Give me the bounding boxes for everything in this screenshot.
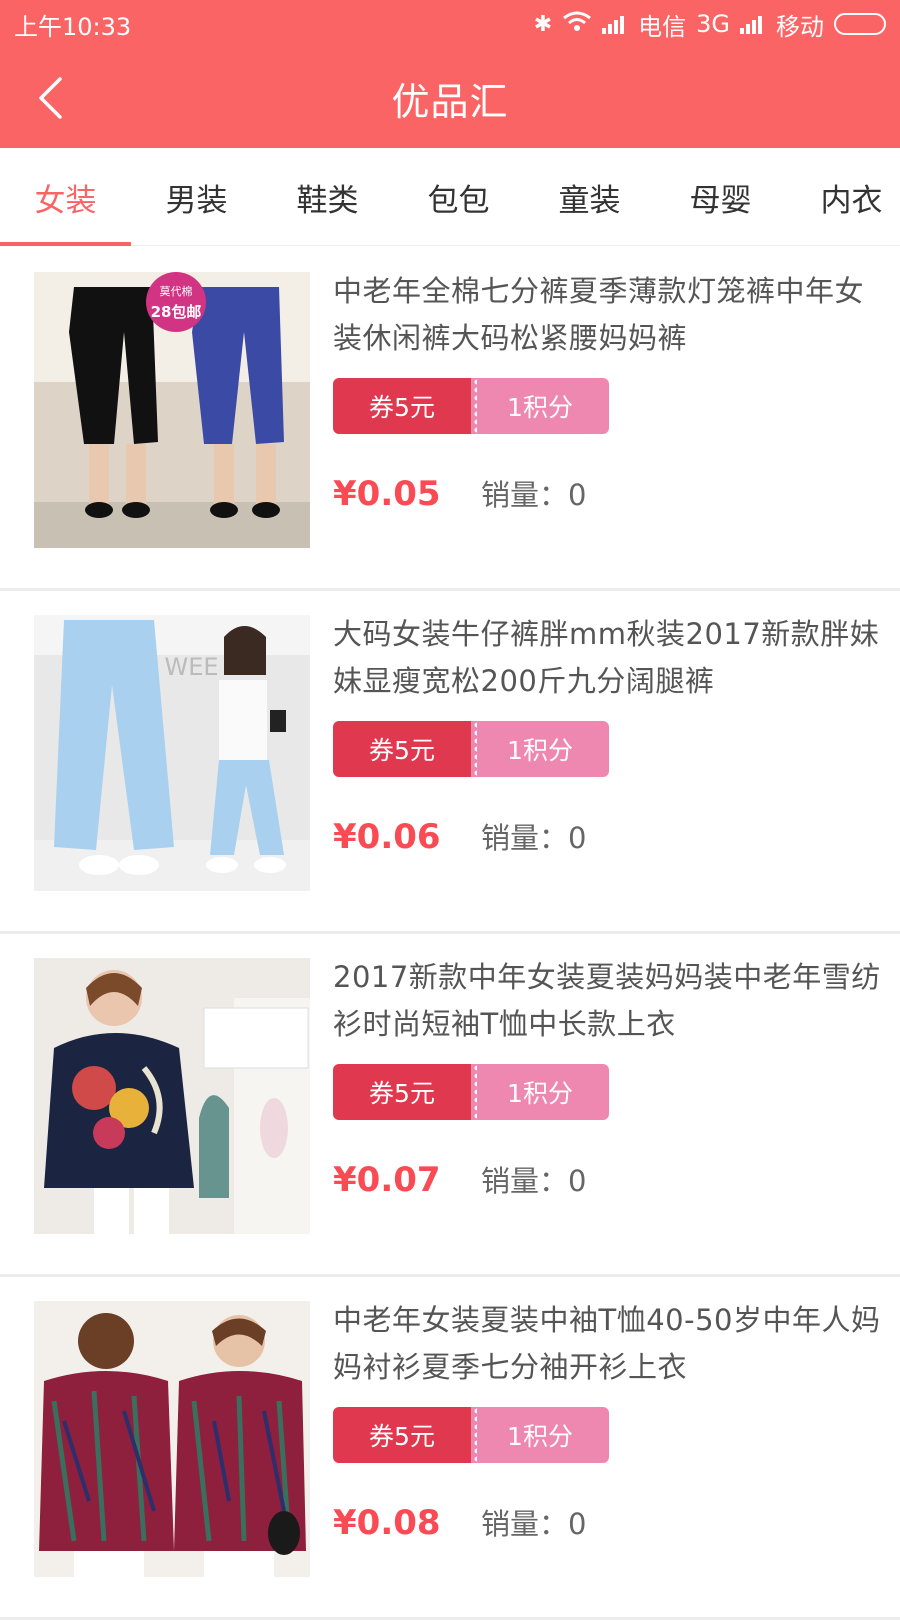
network-type: 3G [696, 10, 730, 38]
page-title: 优品汇 [391, 79, 509, 124]
product-price: ¥0.06 [333, 817, 441, 857]
app-bar: 优品汇 [0, 48, 900, 148]
price-row: ¥0.05 销量：0 [333, 472, 885, 514]
coupon-badge[interactable]: 券5元 [333, 378, 477, 434]
product-item[interactable]: LO WEE 大码女装牛仔裤胖mm秋装2017新款胖妹妹显瘦宽松200斤九分阔腿… [0, 591, 900, 934]
sales-count: 销量：0 [481, 478, 587, 512]
product-image[interactable] [34, 1301, 310, 1577]
tab-shoes[interactable]: 鞋类 [262, 148, 393, 246]
product-info: 中老年女装夏装中袖T恤40-50岁中年人妈妈衬衫夏季七分袖开衫上衣 券5元 1积… [333, 1297, 885, 1543]
sales-count: 销量：0 [481, 821, 587, 855]
carrier-1: 电信 [638, 12, 687, 41]
tab-men[interactable]: 男装 [131, 148, 262, 246]
image-badge-sub: 28包邮 [151, 303, 202, 321]
coupon-badge[interactable]: 券5元 [333, 1407, 477, 1463]
product-name[interactable]: 中老年全棉七分裤夏季薄款灯笼裤中年女装休闲裤大码松紧腰妈妈裤 [333, 268, 885, 362]
product-image[interactable]: LO WEE [34, 615, 310, 891]
bluetooth-icon: ✱ [533, 11, 553, 37]
points-badge: 1积分 [471, 1407, 609, 1463]
product-price: ¥0.05 [333, 474, 441, 514]
product-tags: 券5元 1积分 [333, 378, 885, 434]
status-time: 上午10:33 [14, 12, 132, 41]
back-button[interactable] [22, 70, 78, 126]
product-info: 中老年全棉七分裤夏季薄款灯笼裤中年女装休闲裤大码松紧腰妈妈裤 券5元 1积分 ¥… [333, 268, 885, 514]
product-item[interactable]: 莫代棉 28包邮 中老年全棉七分裤夏季薄款灯笼裤中年女装休闲裤大码松紧腰妈妈裤 … [0, 248, 900, 591]
coupon-badge[interactable]: 券5元 [333, 1064, 477, 1120]
status-bar: 上午10:33 ✱ 电信 3G 移动 [0, 0, 900, 48]
product-item[interactable]: 中老年女装夏装中袖T恤40-50岁中年人妈妈衬衫夏季七分袖开衫上衣 券5元 1积… [0, 1277, 900, 1620]
tab-kids[interactable]: 童装 [524, 148, 655, 246]
points-badge: 1积分 [471, 378, 609, 434]
price-row: ¥0.07 销量：0 [333, 1158, 885, 1200]
category-tabs: 女装 男装 鞋类 包包 童装 母婴 内衣 [0, 148, 900, 246]
battery-icon [834, 13, 886, 35]
product-tags: 券5元 1积分 [333, 721, 885, 777]
product-list: 莫代棉 28包邮 中老年全棉七分裤夏季薄款灯笼裤中年女装休闲裤大码松紧腰妈妈裤 … [0, 248, 900, 1620]
tab-baby[interactable]: 母婴 [655, 148, 786, 246]
product-name[interactable]: 中老年女装夏装中袖T恤40-50岁中年人妈妈衬衫夏季七分袖开衫上衣 [333, 1297, 885, 1391]
product-image[interactable] [34, 958, 310, 1234]
signal-icon [602, 14, 628, 34]
product-name[interactable]: 2017新款中年女装夏装妈妈装中老年雪纺衫时尚短袖T恤中长款上衣 [333, 954, 885, 1048]
points-badge: 1积分 [471, 721, 609, 777]
chevron-left-icon [39, 77, 62, 119]
sales-count: 销量：0 [481, 1507, 587, 1541]
product-info: 2017新款中年女装夏装妈妈装中老年雪纺衫时尚短袖T恤中长款上衣 券5元 1积分… [333, 954, 885, 1200]
product-item[interactable]: 2017新款中年女装夏装妈妈装中老年雪纺衫时尚短袖T恤中长款上衣 券5元 1积分… [0, 934, 900, 1277]
product-price: ¥0.07 [333, 1160, 441, 1200]
product-tags: 券5元 1积分 [333, 1064, 885, 1120]
coupon-badge[interactable]: 券5元 [333, 721, 477, 777]
product-name[interactable]: 大码女装牛仔裤胖mm秋装2017新款胖妹妹显瘦宽松200斤九分阔腿裤 [333, 611, 885, 705]
carrier-2: 移动 [776, 12, 824, 41]
product-info: 大码女装牛仔裤胖mm秋装2017新款胖妹妹显瘦宽松200斤九分阔腿裤 券5元 1… [333, 611, 885, 857]
signal-icon [740, 14, 766, 34]
product-image[interactable]: 莫代棉 28包邮 [34, 272, 310, 548]
tab-women[interactable]: 女装 [0, 148, 131, 246]
product-price: ¥0.08 [333, 1503, 441, 1543]
price-row: ¥0.06 销量：0 [333, 815, 885, 857]
tab-underwear[interactable]: 内衣 [786, 148, 900, 246]
tab-bags[interactable]: 包包 [393, 148, 524, 246]
image-badge: 莫代棉 [160, 284, 193, 298]
product-tags: 券5元 1积分 [333, 1407, 885, 1463]
sales-count: 销量：0 [481, 1164, 587, 1198]
price-row: ¥0.08 销量：0 [333, 1501, 885, 1543]
points-badge: 1积分 [471, 1064, 609, 1120]
status-icons: ✱ 电信 3G 移动 [534, 7, 886, 42]
wifi-icon [562, 10, 592, 38]
